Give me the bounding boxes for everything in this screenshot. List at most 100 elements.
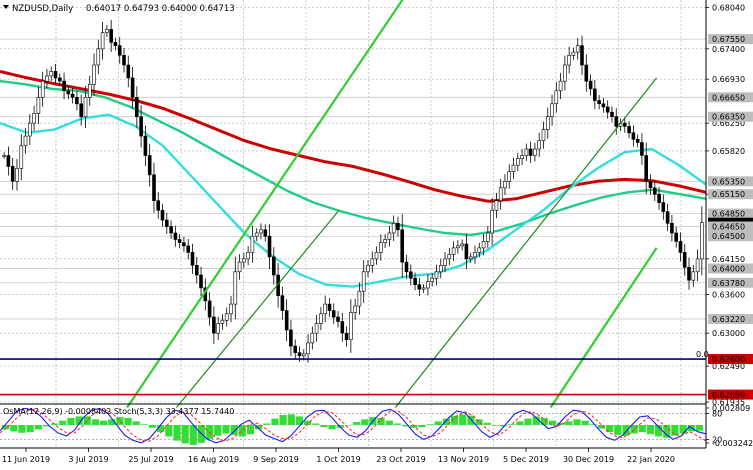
candle-body: [563, 64, 567, 82]
candle-body: [485, 232, 490, 242]
candle-body: [678, 241, 683, 253]
candle-body: [353, 305, 357, 313]
osma-bar: [246, 425, 255, 435]
candle-body: [36, 97, 41, 114]
osma-bar: [222, 425, 230, 434]
candle-body: [212, 316, 216, 334]
candle-body: [700, 222, 704, 260]
candle-body: [481, 241, 486, 249]
candle-body: [456, 245, 460, 249]
candle-body: [15, 168, 19, 182]
candle-body: [605, 106, 610, 113]
osma-bar: [581, 420, 589, 425]
price-level-label: 0.65350: [712, 177, 745, 186]
time-axis-label: 16 Aug 2019: [188, 455, 239, 464]
osma-bar: [434, 421, 442, 425]
osma-bar: [10, 425, 18, 432]
candle-body: [327, 303, 332, 311]
candle-body: [233, 271, 238, 305]
candle-body: [70, 93, 75, 98]
candle-body: [610, 111, 614, 117]
time-axis-label: 23 Oct 2019: [376, 455, 425, 464]
candle-body: [558, 80, 563, 92]
osma-bar: [59, 420, 67, 425]
candle-body: [160, 210, 165, 221]
candle-body: [182, 242, 186, 247]
osma-bar: [459, 414, 467, 425]
candle-body: [173, 232, 178, 240]
candle-body: [165, 219, 169, 227]
osma-bar: [214, 425, 222, 436]
candle-body: [370, 258, 375, 266]
candle-body: [242, 258, 246, 263]
candle-body: [438, 264, 443, 273]
candle-body: [447, 254, 452, 260]
osma-bar: [418, 425, 426, 428]
candle-body: [190, 252, 195, 266]
candle-body: [575, 45, 580, 53]
candle-body: [687, 266, 691, 281]
candle-body: [443, 258, 447, 266]
osma-bar: [140, 424, 148, 425]
candle-body: [45, 75, 49, 82]
osma-bar: [630, 425, 638, 434]
candle-body: [113, 42, 118, 46]
candle-body: [592, 88, 597, 101]
candle-body: [349, 312, 353, 340]
candle-body: [490, 210, 494, 234]
candle-body: [6, 155, 11, 167]
osma-bar: [312, 423, 320, 425]
osma-bar: [124, 417, 132, 425]
candle-body: [571, 51, 576, 56]
candle-body: [357, 290, 362, 307]
candle-body: [100, 32, 105, 50]
price-axis-label: 0.66930: [712, 75, 745, 84]
candle-body: [554, 90, 559, 105]
time-axis-label: 9 Sep 2019: [253, 455, 299, 464]
candle-body: [216, 323, 220, 334]
price-level-label: 0.64000: [712, 265, 745, 274]
candle-body: [507, 171, 512, 182]
candle-body: [622, 122, 627, 127]
candle-body: [387, 232, 392, 240]
osma-bar: [181, 425, 189, 444]
candle-body: [152, 174, 156, 202]
time-axis-label: 11 Jun 2019: [2, 455, 50, 464]
time-axis-label: 1 Oct 2019: [316, 455, 360, 464]
candle-body: [314, 323, 319, 334]
candle-body: [336, 316, 340, 322]
osma-bar: [426, 424, 434, 425]
candle-body: [122, 54, 126, 66]
osma-bar: [18, 425, 26, 433]
price-level-label: 0.65150: [712, 190, 745, 199]
osma-bar: [148, 425, 157, 428]
candle-body: [601, 103, 606, 108]
candle-body: [421, 287, 426, 290]
candle-body: [464, 243, 469, 260]
osma-bar: [100, 420, 108, 425]
osma-bar: [638, 425, 646, 433]
candle-body: [310, 332, 315, 344]
candle-body: [254, 232, 259, 237]
candle-body: [541, 129, 546, 141]
candle-body: [366, 264, 370, 273]
candle-body: [640, 142, 644, 156]
candle-body: [550, 103, 554, 118]
price-level-label: 0.66350: [712, 113, 745, 122]
osma-bar: [614, 425, 622, 435]
candle-body: [229, 303, 233, 315]
candle-body: [460, 243, 465, 247]
price-level-label: 0.67550: [712, 35, 745, 44]
ohlc-label: 0.64017 0.64793 0.64000 0.64713: [86, 4, 235, 14]
candle-body: [289, 329, 293, 347]
price-level-label: 0.64500: [712, 232, 745, 241]
osma-bar: [279, 415, 287, 425]
osma-bar: [491, 425, 499, 426]
candle-body: [79, 103, 83, 118]
price-level-label: 0.64850: [712, 210, 745, 219]
candle-body: [652, 187, 657, 195]
candle-body: [614, 116, 619, 127]
candle-body: [515, 158, 520, 166]
forex-chart: 0.0 OsMA(12,26,9) -0.0008402 Stoch(5,3,3…: [0, 0, 753, 470]
candle-body: [284, 310, 289, 331]
